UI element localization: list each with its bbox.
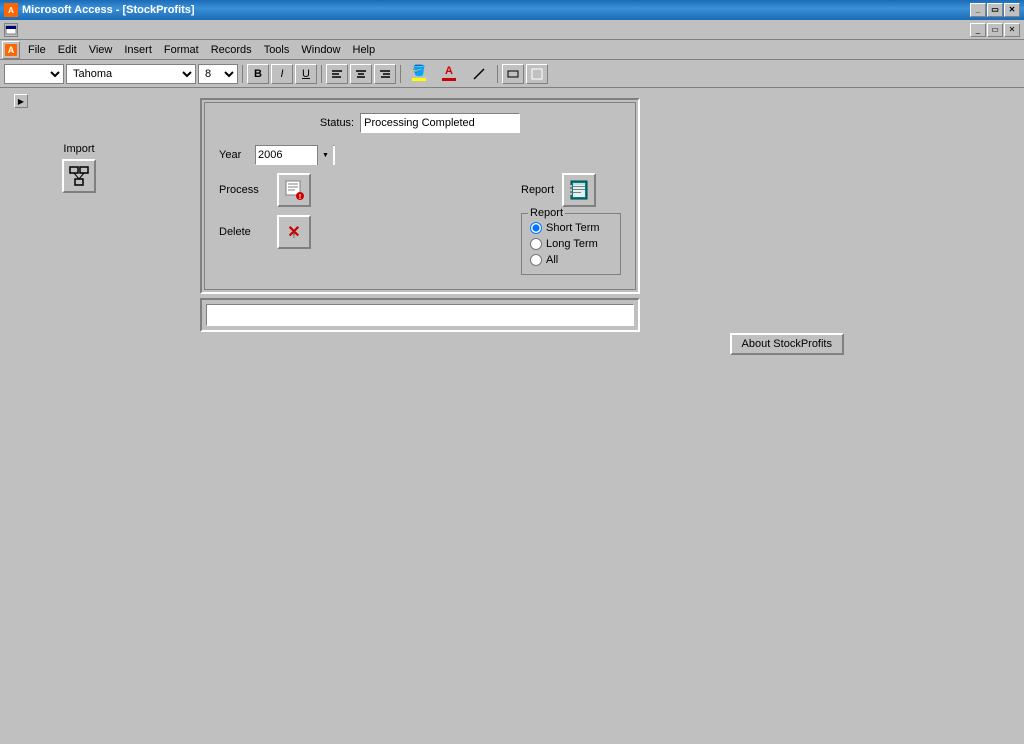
delete-label: Delete [219, 226, 269, 238]
special-effect-button[interactable] [526, 64, 548, 84]
restore-button[interactable]: ▭ [987, 3, 1003, 17]
toolbar-sep-1 [242, 65, 243, 83]
toolbar-sep-2 [321, 65, 322, 83]
short-term-radio[interactable] [530, 222, 542, 234]
app-icon: A [4, 3, 18, 17]
title-text: Microsoft Access - [StockProfits] [22, 4, 195, 16]
import-group: Import [62, 143, 96, 193]
progress-bar-container [206, 304, 634, 326]
title-bar-controls: _ ▭ ✕ [970, 3, 1020, 17]
mdi-restore-button[interactable]: ▭ [987, 23, 1003, 37]
toolbar-sep-3 [400, 65, 401, 83]
font-size-select[interactable]: 8 [198, 64, 238, 84]
about-button[interactable]: About StockProfits [730, 333, 845, 355]
short-term-row: Short Term [530, 222, 610, 234]
italic-button[interactable]: I [271, 64, 293, 84]
fill-color-button[interactable]: 🪣 [405, 64, 433, 84]
underline-button[interactable]: U [295, 64, 317, 84]
menu-app-icon: A [2, 41, 20, 59]
process-label: Process [219, 184, 269, 196]
progress-panel [200, 298, 640, 332]
svg-text:!: ! [293, 233, 295, 240]
all-radio[interactable] [530, 254, 542, 266]
minimize-button[interactable]: _ [970, 3, 986, 17]
align-center-button[interactable] [350, 64, 372, 84]
line-color-button[interactable] [465, 64, 493, 84]
svg-text:A: A [8, 45, 15, 55]
status-label: Status: [320, 117, 354, 129]
report-row: Report [521, 173, 596, 207]
content-area: ▶ Import Stat [0, 88, 1024, 744]
mdi-controls: _ ▭ ✕ [970, 23, 1020, 37]
import-button[interactable] [62, 159, 96, 193]
year-label: Year [219, 149, 247, 161]
bold-button[interactable]: B [247, 64, 269, 84]
menu-window[interactable]: Window [295, 42, 346, 58]
line-width-button[interactable] [502, 64, 524, 84]
import-label: Import [63, 143, 94, 155]
menu-insert[interactable]: Insert [118, 42, 158, 58]
toolbar: Tahoma 8 B I U [0, 60, 1024, 88]
menu-records[interactable]: Records [205, 42, 258, 58]
mdi-icon [4, 23, 18, 37]
all-label: All [546, 254, 558, 266]
delete-row: Delete ✕ ! [219, 215, 335, 249]
menu-file[interactable]: File [22, 42, 52, 58]
all-row: All [530, 254, 610, 266]
process-row: Process ! [219, 173, 335, 207]
menu-help[interactable]: Help [347, 42, 382, 58]
close-button[interactable]: ✕ [1004, 3, 1020, 17]
status-row: Status: [219, 113, 621, 133]
style-select[interactable] [4, 64, 64, 84]
title-bar-left: A Microsoft Access - [StockProfits] [4, 3, 195, 17]
year-row: Year 2006 2005 2004 2003 ▼ [219, 145, 335, 165]
report-group-legend: Report [528, 207, 565, 219]
nav-arrow[interactable]: ▶ [14, 94, 28, 108]
svg-text:!: ! [299, 194, 301, 201]
main-window: A Microsoft Access - [StockProfits] _ ▭ … [0, 0, 1024, 744]
font-color-button[interactable]: A [435, 64, 463, 84]
toolbar-sep-4 [497, 65, 498, 83]
short-term-label: Short Term [546, 222, 600, 234]
menu-tools[interactable]: Tools [258, 42, 296, 58]
menu-format[interactable]: Format [158, 42, 205, 58]
year-select-wrapper: 2006 2005 2004 2003 ▼ [255, 145, 335, 165]
process-button[interactable]: ! [277, 173, 311, 207]
menu-bar: A File Edit View Insert Format Records T… [0, 40, 1024, 60]
status-input[interactable] [360, 113, 520, 133]
mdi-minimize-button[interactable]: _ [970, 23, 986, 37]
about-button-container: About StockProfits [730, 333, 845, 355]
form-panel: Status: Year 2006 [200, 98, 640, 332]
report-label: Report [521, 184, 554, 196]
long-term-radio[interactable] [530, 238, 542, 250]
report-button[interactable] [562, 173, 596, 207]
menu-edit[interactable]: Edit [52, 42, 83, 58]
menu-view[interactable]: View [83, 42, 119, 58]
font-select[interactable]: Tahoma [66, 64, 196, 84]
long-term-row: Long Term [530, 238, 610, 250]
svg-text:A: A [8, 6, 14, 15]
title-bar: A Microsoft Access - [StockProfits] _ ▭ … [0, 0, 1024, 20]
delete-button[interactable]: ✕ ! [277, 215, 311, 249]
report-group: Report Short Term Long Term [521, 213, 621, 275]
long-term-label: Long Term [546, 238, 598, 250]
align-right-button[interactable] [374, 64, 396, 84]
mdi-close-button[interactable]: ✕ [1004, 23, 1020, 37]
year-select[interactable]: 2006 2005 2004 2003 [255, 145, 335, 165]
align-left-button[interactable] [326, 64, 348, 84]
